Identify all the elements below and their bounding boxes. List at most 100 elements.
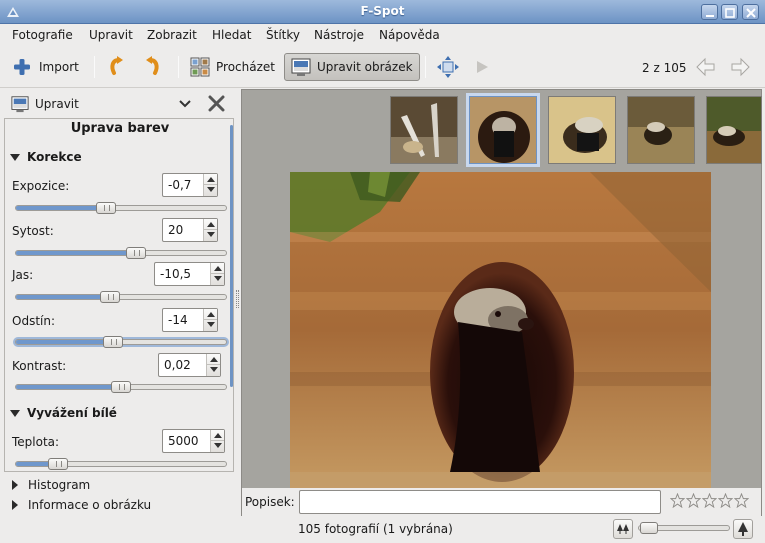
histogram-expander[interactable]: Histogram [28,478,90,492]
photo-viewer: Popisek: [241,89,762,516]
color-adjust-panel: Uprava barev Korekce Expozice: -0,7 Syto… [4,118,234,472]
title-bar: F-Spot [0,0,765,24]
import-button[interactable]: Import [12,53,79,81]
star-icon[interactable] [718,493,733,508]
slideshow-button[interactable] [474,53,490,81]
thumbnail[interactable] [548,96,616,164]
exposure-slider[interactable] [15,202,227,214]
browse-button[interactable]: Procházet [190,53,275,81]
hue-slider[interactable] [15,336,227,348]
image-info-expander[interactable]: Informace o obrázku [28,498,151,512]
menu-napoveda[interactable]: Nápověda [379,28,440,42]
edit-image-button[interactable]: Upravit obrázek [284,53,420,81]
thumbnail-strip [242,90,762,168]
rotate-left-icon [110,56,123,75]
star-icon[interactable] [686,493,701,508]
hue-value: -14 [168,313,188,327]
expander-arrow-right-icon[interactable] [12,480,18,490]
play-icon [477,61,488,73]
rating-stars[interactable] [670,493,749,508]
thumbnail[interactable] [706,96,762,164]
contrast-spin-arrows[interactable] [206,354,220,376]
contrast-slider[interactable] [15,381,227,393]
close-icon [746,8,756,18]
rotate-right-button[interactable] [141,53,163,81]
pane-splitter[interactable] [236,290,239,308]
expander-arrow-down-icon[interactable] [10,154,20,161]
saturation-slider[interactable] [15,247,227,259]
spin-down-icon [207,322,215,327]
spin-down-icon [207,187,215,192]
menu-fotografie[interactable]: Fotografie [12,28,73,42]
menu-zobrazit[interactable]: Zobrazit [147,28,197,42]
spin-up-icon [214,433,222,438]
zoom-in-button[interactable] [733,519,753,539]
thumbnail-selected[interactable] [466,93,540,167]
zoom-slider[interactable] [638,522,730,534]
saturation-spinbox[interactable]: 20 [162,218,218,242]
next-photo-button[interactable] [730,53,752,81]
arrow-right-icon [731,57,750,77]
window-title: F-Spot [360,4,405,18]
status-bar: 105 fotografií (1 vybrána) [0,517,765,543]
slider-thumb[interactable] [111,381,131,393]
slider-fill [16,340,113,344]
brightness-spinbox[interactable]: -10,5 [154,262,225,286]
menu-stitky[interactable]: Štítky [266,28,300,42]
slider-fill [16,385,121,389]
contrast-label: Kontrast: [12,359,67,373]
minimize-button[interactable] [701,4,718,20]
thumbnail-image [707,97,761,163]
caption-label: Popisek: [245,495,295,509]
close-window-button[interactable] [742,4,759,20]
slider-thumb[interactable] [640,522,658,534]
star-icon[interactable] [670,493,685,508]
thumbnail[interactable] [627,96,695,164]
thumbnail[interactable] [390,96,458,164]
contrast-spinbox[interactable]: 0,02 [158,353,221,377]
expander-arrow-down-icon[interactable] [10,410,20,417]
exposure-spin-arrows[interactable] [203,174,217,196]
exposure-spinbox[interactable]: -0,7 [162,173,218,197]
maximize-button[interactable] [721,4,738,20]
previous-photo-button[interactable] [694,53,716,81]
star-icon[interactable] [734,493,749,508]
spin-up-icon [207,222,215,227]
menu-hledat[interactable]: Hledat [212,28,251,42]
expander-arrow-right-icon[interactable] [12,500,18,510]
temperature-spinbox[interactable]: 5000 [162,429,225,453]
slider-thumb[interactable] [126,247,146,259]
fullscreen-button[interactable] [437,53,459,81]
caption-input[interactable] [299,490,661,514]
spin-down-icon [207,232,215,237]
main-photo[interactable] [290,172,711,488]
slider-thumb[interactable] [103,336,123,348]
menu-upravit[interactable]: Upravit [89,28,133,42]
zoom-out-button[interactable] [613,519,633,539]
brightness-spin-arrows[interactable] [210,263,224,285]
sidebar-page-selector[interactable]: Upravit [35,97,79,111]
panel-scrollbar[interactable] [230,125,233,387]
hue-spin-arrows[interactable] [203,309,217,331]
toolbar-separator [425,56,426,78]
thumbnail-image [628,97,694,163]
menu-nastroje[interactable]: Nástroje [314,28,364,42]
temperature-slider[interactable] [15,458,227,470]
temperature-spin-arrows[interactable] [210,430,224,452]
fullscreen-icon [437,56,459,78]
saturation-spin-arrows[interactable] [203,219,217,241]
chevron-down-icon[interactable] [179,100,191,108]
hue-spinbox[interactable]: -14 [162,308,218,332]
rotate-left-button[interactable] [106,53,128,81]
close-sidebar-icon[interactable] [208,95,225,112]
thumbnail-image [470,97,536,163]
slider-fill [16,206,106,210]
slider-thumb[interactable] [96,202,116,214]
slider-thumb[interactable] [48,458,68,470]
star-icon[interactable] [702,493,717,508]
group-correction-title[interactable]: Korekce [27,150,82,164]
slider-thumb[interactable] [100,291,120,303]
honey-badger-photo [290,172,711,488]
brightness-slider[interactable] [15,291,227,303]
group-white-balance-title[interactable]: Vyvážení bílé [27,406,117,420]
